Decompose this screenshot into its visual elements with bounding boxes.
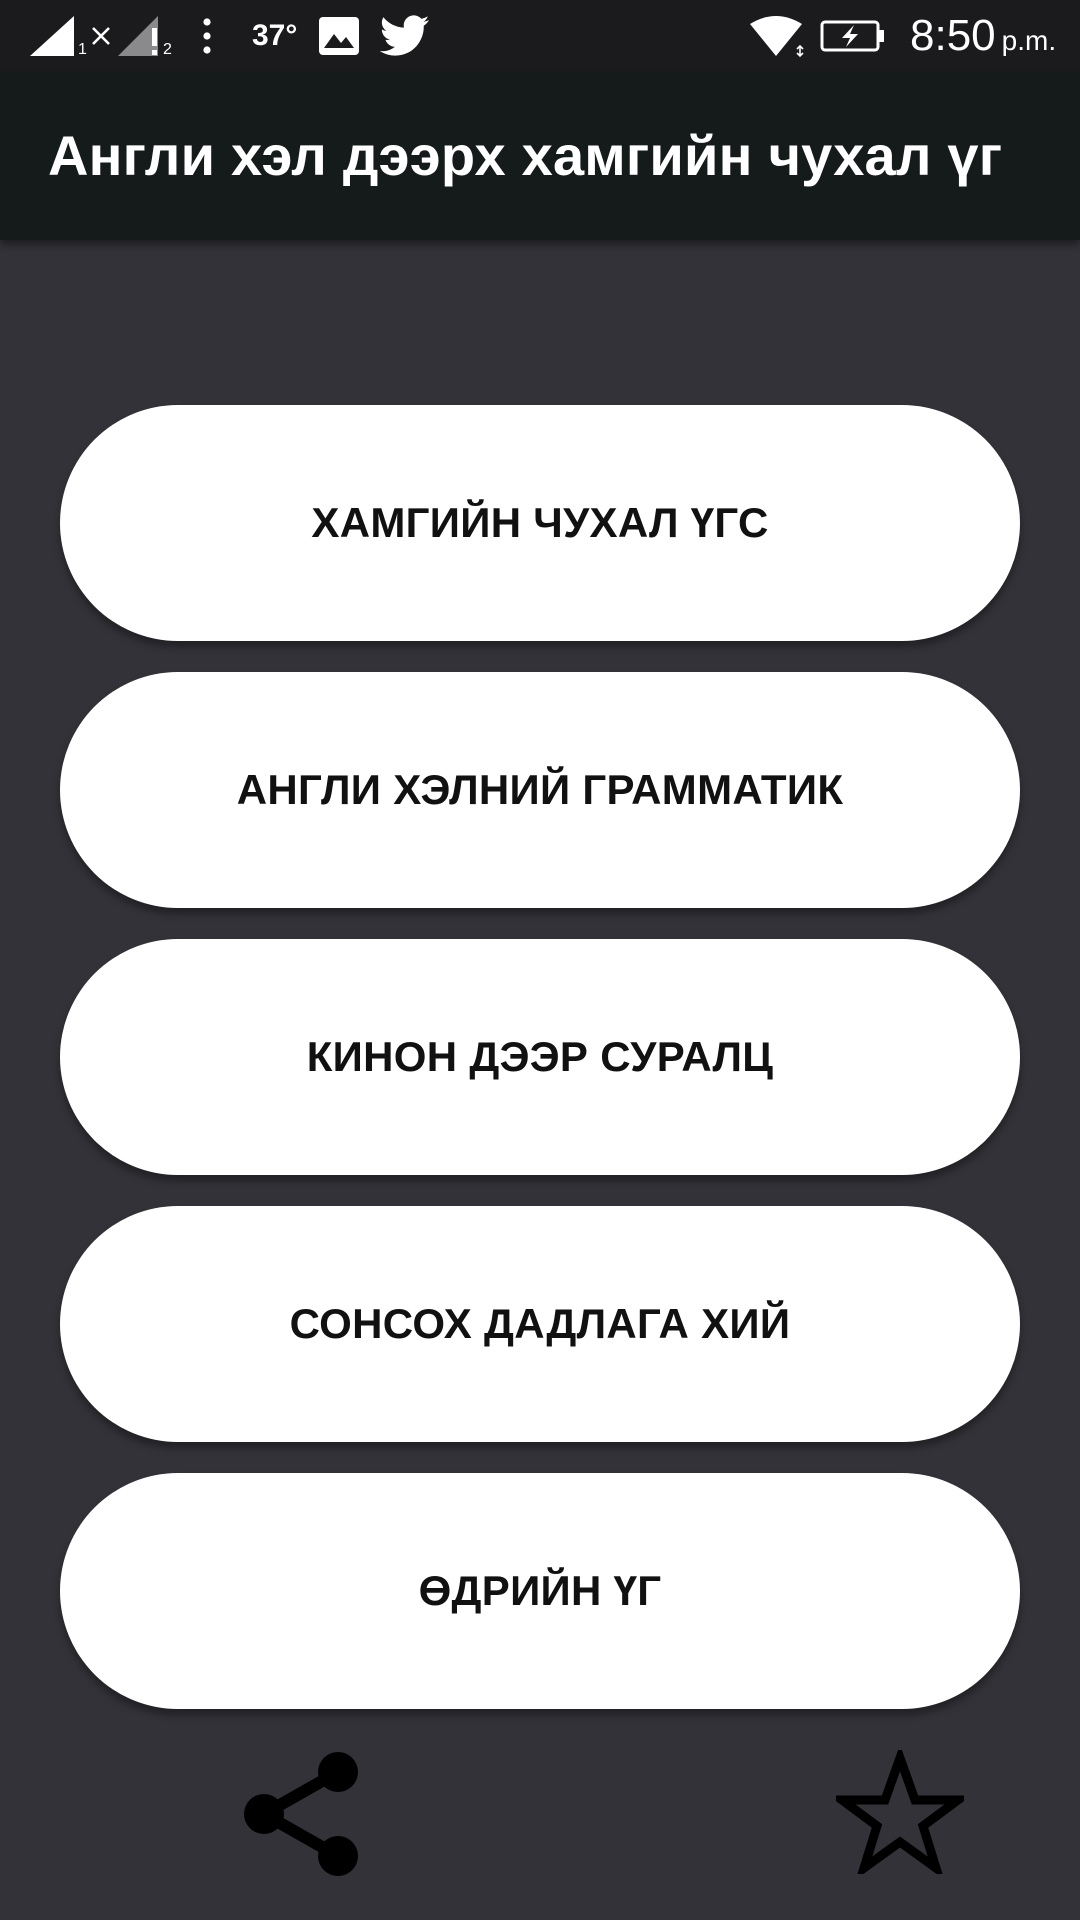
image-icon <box>318 0 360 72</box>
english-grammar-button[interactable]: АНГЛИ ХЭЛНИЙ ГРАММАТИК <box>60 672 1020 908</box>
signal-sim1-icon: 1 <box>28 0 87 72</box>
english-grammar-label: АНГЛИ ХЭЛНИЙ ГРАММАТИК <box>236 766 844 813</box>
no-data-x-icon <box>90 0 112 72</box>
app-bar: Англи хэл дээрх хамгийн чухал үг <box>0 72 1080 240</box>
clock-time: 8:50 <box>910 11 996 60</box>
most-important-words-label: ХАМГИЙН ЧУХАЛ ҮГС <box>311 499 769 546</box>
wifi-icon <box>748 0 808 72</box>
share-icon[interactable] <box>240 1748 362 1883</box>
learn-from-movies-button[interactable]: КИНОН ДЭЭР СУРАЛЦ <box>60 939 1020 1175</box>
more-vertical-icon <box>200 0 214 72</box>
battery-charging-icon <box>820 0 886 72</box>
listening-practice-button[interactable]: СОНСОХ ДАДЛАГА ХИЙ <box>60 1206 1020 1442</box>
page-title: Англи хэл дээрх хамгийн чухал үг <box>48 124 1003 187</box>
listening-practice-label: СОНСОХ ДАДЛАГА ХИЙ <box>289 1300 791 1347</box>
signal-sim2-label: 2 <box>163 41 172 58</box>
word-of-the-day-button[interactable]: ӨДРИЙН ҮГ <box>60 1473 1020 1709</box>
temperature-text: 37° <box>252 19 298 52</box>
main-menu: ХАМГИЙН ЧУХАЛ ҮГС АНГЛИ ХЭЛНИЙ ГРАММАТИК… <box>60 405 1020 1740</box>
status-bar: 1 2 37° 8:50 p.m. <box>0 0 1080 72</box>
twitter-icon <box>380 0 430 72</box>
word-of-the-day-label: ӨДРИЙН ҮГ <box>418 1567 662 1614</box>
signal-sim2-icon: 2 <box>116 0 172 72</box>
learn-from-movies-label: КИНОН ДЭЭР СУРАЛЦ <box>306 1033 774 1080</box>
star-outline-icon[interactable] <box>828 1744 972 1880</box>
signal-sim1-label: 1 <box>78 41 87 58</box>
clock-ampm: p.m. <box>1001 25 1057 56</box>
most-important-words-button[interactable]: ХАМГИЙН ЧУХАЛ ҮГС <box>60 405 1020 641</box>
